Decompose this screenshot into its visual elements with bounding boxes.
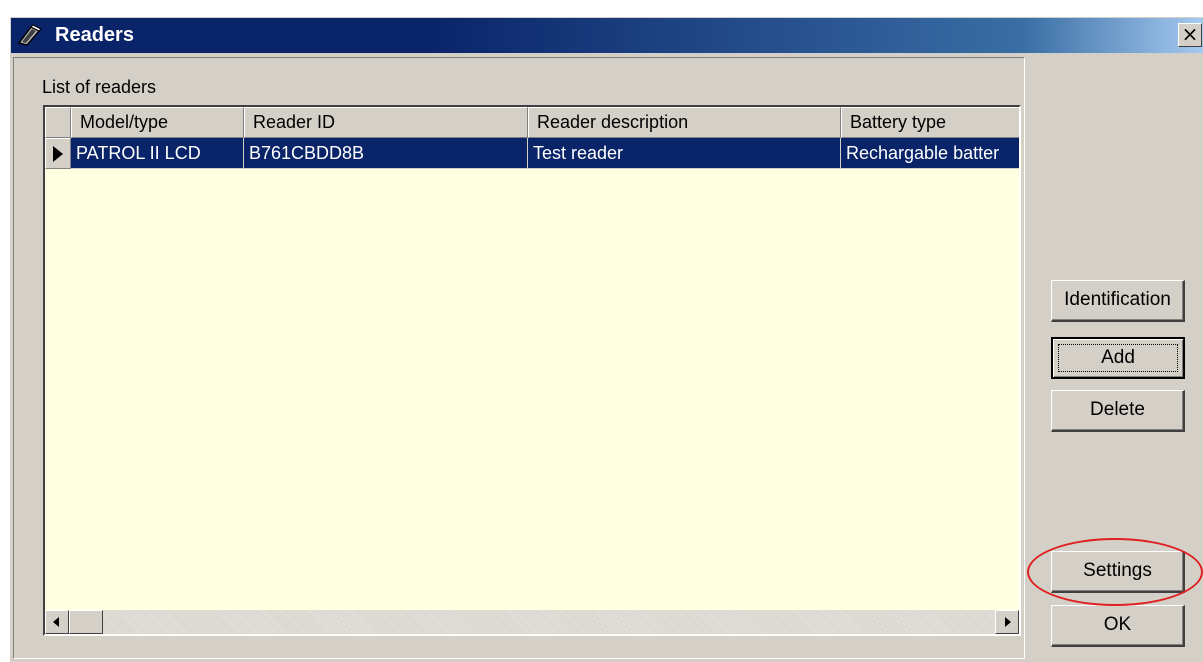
- scroll-thumb[interactable]: [69, 610, 103, 634]
- column-header-reader-id[interactable]: Reader ID: [244, 107, 528, 138]
- row-indicator: [45, 138, 71, 169]
- cell-model[interactable]: PATROL II LCD: [71, 138, 244, 169]
- close-icon: ×: [1181, 22, 1199, 46]
- arrow-right-icon: [1005, 617, 1011, 627]
- window-title: Readers: [55, 24, 134, 46]
- header-indicator-cell: [45, 107, 71, 138]
- cell-description[interactable]: Test reader: [528, 138, 841, 169]
- cell-reader-id[interactable]: B761CBDD8B: [244, 138, 528, 169]
- list-label: List of readers: [42, 77, 157, 97]
- grid-header: Model/type Reader ID Reader description …: [45, 107, 1019, 138]
- readers-grid[interactable]: Model/type Reader ID Reader description …: [43, 105, 1021, 636]
- horizontal-scrollbar[interactable]: [45, 610, 1019, 634]
- title-bar[interactable]: Readers ×: [11, 18, 1203, 53]
- add-button-label: Add: [1058, 344, 1178, 372]
- close-button[interactable]: ×: [1178, 23, 1202, 47]
- scroll-left-button[interactable]: [45, 610, 69, 634]
- ok-button[interactable]: OK: [1051, 605, 1185, 647]
- readers-panel: List of readers Model/type Reader ID Rea…: [13, 57, 1025, 659]
- readers-window-icon: [17, 24, 42, 46]
- delete-button[interactable]: Delete: [1051, 390, 1185, 432]
- column-header-description[interactable]: Reader description: [528, 107, 841, 138]
- settings-button[interactable]: Settings: [1051, 551, 1185, 593]
- cell-battery[interactable]: Rechargable batter: [841, 138, 1019, 169]
- identification-button[interactable]: Identification: [1051, 280, 1185, 322]
- arrow-left-icon: [53, 617, 59, 627]
- column-header-model[interactable]: Model/type: [71, 107, 244, 138]
- current-row-arrow-icon: [53, 146, 63, 162]
- readers-window: Readers × List of readers Model/type Rea…: [10, 17, 1203, 662]
- add-button[interactable]: Add: [1051, 337, 1185, 379]
- table-row[interactable]: PATROL II LCD B761CBDD8B Test reader Rec…: [45, 138, 1019, 169]
- column-header-battery[interactable]: Battery type: [841, 107, 1019, 138]
- scroll-right-button[interactable]: [995, 610, 1019, 634]
